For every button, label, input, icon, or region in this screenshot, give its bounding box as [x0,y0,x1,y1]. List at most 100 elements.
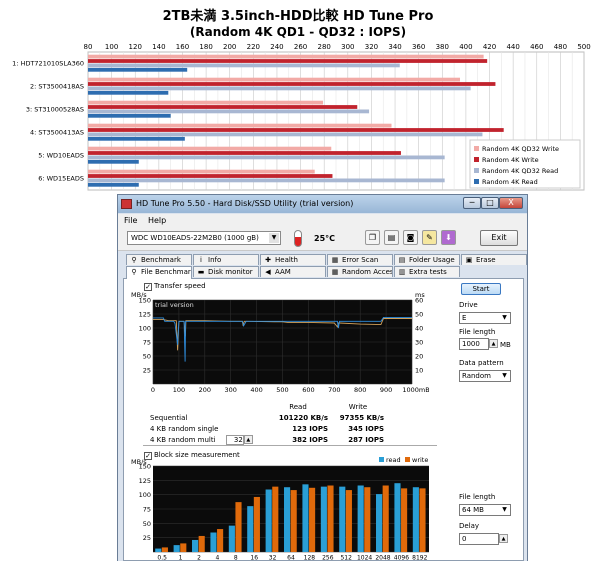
file-length-unit: MB [500,341,511,349]
bar [198,535,205,552]
file-length-2-value: 64 MB [462,506,484,514]
x-tick-label: 128 [304,555,316,561]
bar [320,486,327,552]
delay-field[interactable]: 0 [459,533,499,545]
bar [88,136,185,141]
x-tick-label: 800 [354,386,366,394]
spinner-icon[interactable]: ▲ [489,339,498,348]
tab-error-scan[interactable]: ▦ Error Scan [327,254,393,265]
tab-aam[interactable]: ◀ AAM [260,266,326,277]
page-title: 2TB未満 3.5inch-HDD比較 HD Tune Pro [162,9,434,24]
y2-axis-label: ms [415,291,425,299]
y-tick-label: 125 [139,477,151,485]
thermometer-icon [294,230,302,247]
bar [210,532,217,552]
copy-icon[interactable]: ❐ [365,230,380,245]
bar [88,59,488,63]
save-icon[interactable]: ▤ [384,230,399,245]
tab-random-access[interactable]: ▦ Random Access [327,266,393,277]
bar [88,113,171,118]
tab-erase[interactable]: ▣ Erase [461,254,527,265]
bar [88,63,400,68]
legend-label: Random 4K Write [482,156,539,164]
legend-swatch [405,457,410,462]
results-table: Read Write Sequential 101220 KB/s 97355 KB/… [148,401,386,445]
bar [155,548,162,552]
drive-letter-select[interactable]: E ▼ [459,312,511,324]
x-tick-label: 180 [199,43,212,51]
chevron-down-icon: ▼ [502,506,507,513]
bar [88,169,315,174]
bar [88,151,401,155]
menu-file[interactable]: File [124,216,137,225]
camera-icon[interactable]: ◙ [403,230,418,245]
bar [265,489,272,552]
iops-comparison-chart: 80 100 120 140 160 180 200 220 240 260 280 300 320 34… [12,43,591,191]
minimize-button[interactable]: ─ [463,197,481,209]
file-length-value: 1000 [462,340,480,348]
bar [161,547,168,552]
data-pattern-select[interactable]: Random ▼ [459,370,511,382]
bar [88,77,460,82]
bar [88,128,504,132]
legend-label: write [412,456,428,464]
x-tick-label: 460 [530,43,543,51]
tab-label: Health [275,256,298,264]
x-tick-label: 240 [270,43,283,51]
page-subtitle: (Random 4K QD1 - QD32 : IOPS) [189,25,407,39]
drive-select[interactable]: WDC WD10EADS-22M2B0 (1000 gB) ▼ [127,231,281,245]
bar [339,486,346,552]
chevron-down-icon: ▼ [502,314,507,321]
bar [88,109,370,114]
x-tick-label: 0.5 [157,555,167,561]
x-tick-label: 32 [269,555,277,561]
bar [412,487,419,552]
tab-info[interactable]: i Info [193,254,259,265]
exit-button[interactable]: Exit [480,230,518,246]
tab-label: Benchmark [141,256,181,264]
x-tick-label: 280 [318,43,331,51]
x-tick-label: 8192 [412,555,427,561]
y-tick-label: 50 [143,520,151,528]
block-size-chart: 255075100125150MB/s0.5 1 2 4 8 16 32 64 128 256 51… [131,456,429,561]
tab-health[interactable]: ✚ Health [260,254,326,265]
x-tick-label: 360 [412,43,425,51]
options-icon[interactable]: ✎ [422,230,437,245]
category-label: 6: WD15EADS [38,175,84,183]
x-tick-label: 200 [223,43,236,51]
start-button[interactable]: Start [461,283,501,295]
bar [88,90,169,95]
y-tick-label: 75 [143,506,151,514]
menu-help[interactable]: Help [148,216,166,225]
close-button[interactable]: X [499,197,523,209]
file-length-field[interactable]: 1000 [459,338,489,350]
tab-label: Error Scan [342,256,379,264]
legend-swatch [379,457,384,462]
bar [309,487,316,552]
maximize-button[interactable]: □ [481,197,499,209]
x-tick-label: 700 [328,386,340,394]
download-icon[interactable]: ⬇ [441,230,456,245]
spinner-icon[interactable]: ▲ [243,435,253,444]
x-tick-label: 100 [105,43,118,51]
error-scan-icon: ▦ [331,256,339,264]
transfer-speed-label: Transfer speed [154,282,206,290]
x-tick-label: 256 [322,555,334,561]
tab-disk-monitor[interactable]: ▬ Disk monitor [193,266,259,277]
x-tick-label: 400 [459,43,472,51]
file-length-2-select[interactable]: 64 MB ▼ [459,504,511,516]
x-tick-label: 1000mB [402,386,429,394]
x-tick-label: 340 [388,43,401,51]
tab-label: Folder Usage [409,256,455,264]
tab-file-benchmark[interactable]: ⚲ File Benchmark [126,266,192,279]
category-label: 3: ST31000528AS [26,106,84,114]
queue-depth-field[interactable]: 32 [225,434,244,445]
x-tick-label: 500 [276,386,288,394]
tab-benchmark[interactable]: ⚲ Benchmark [126,254,192,265]
window-title: HD Tune Pro 5.50 - Hard Disk/SSD Utility… [136,199,354,208]
extra-tests-icon: ▥ [398,268,406,276]
tab-label: Info [208,256,222,264]
tab-extra-tests[interactable]: ▥ Extra tests [394,266,460,277]
spinner-icon[interactable]: ▲ [499,534,508,543]
tab-folder-usage[interactable]: ▤ Folder Usage [394,254,460,265]
